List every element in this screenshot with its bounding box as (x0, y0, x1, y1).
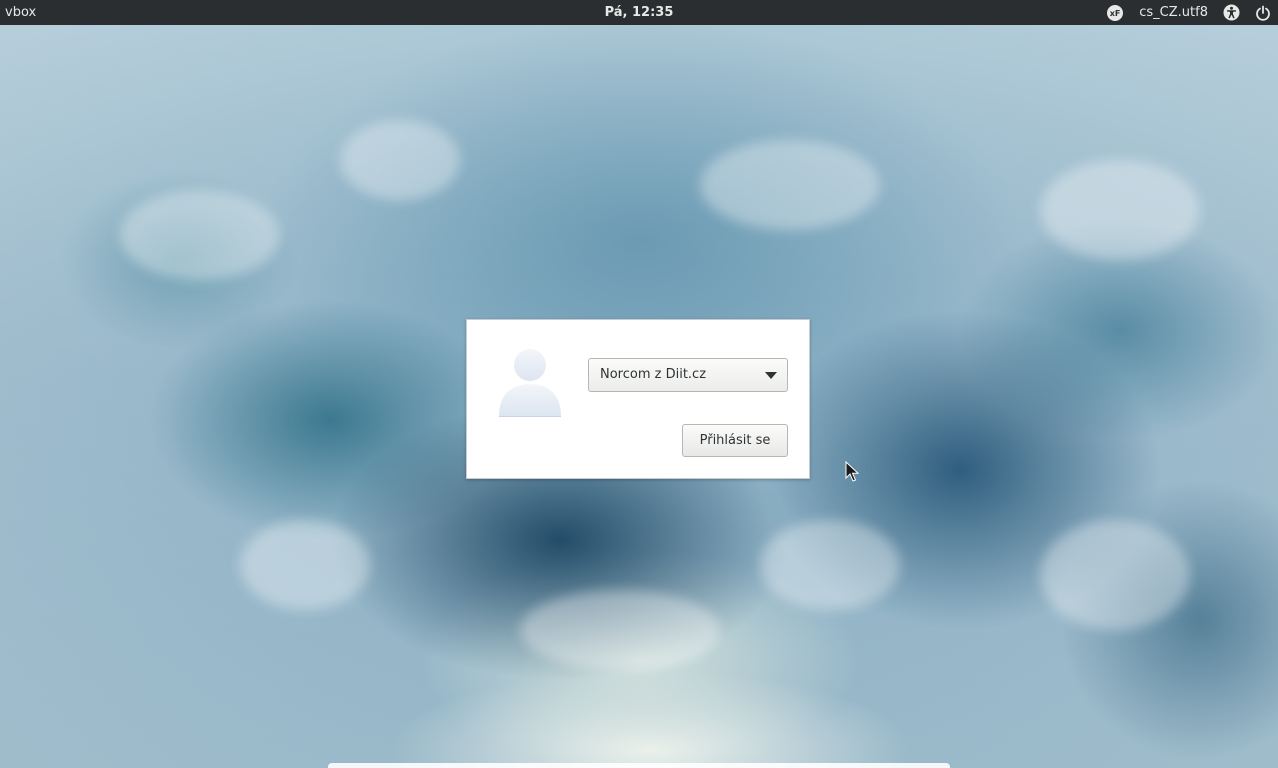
host-label: vbox (5, 5, 37, 20)
keyboard-layout-icon[interactable]: xF (1106, 4, 1124, 22)
login-dialog: Norcom z Diit.cz Přihlásit se (466, 319, 810, 479)
user-avatar-icon (497, 348, 563, 418)
clock[interactable]: Pá, 12:35 (605, 5, 674, 20)
mouse-cursor-icon (845, 461, 859, 482)
top-bar: vbox Pá, 12:35 xF cs_CZ.utf8 (0, 0, 1278, 25)
login-screen: vbox Pá, 12:35 xF cs_CZ.utf8 Norcom z Di… (0, 0, 1278, 768)
power-icon[interactable] (1254, 4, 1272, 22)
accessibility-icon[interactable] (1222, 4, 1240, 22)
locale-indicator[interactable]: cs_CZ.utf8 (1139, 0, 1208, 25)
user-select-dropdown[interactable]: Norcom z Diit.cz (588, 358, 788, 392)
selected-user-label: Norcom z Diit.cz (600, 367, 707, 382)
system-tray: xF cs_CZ.utf8 (1106, 0, 1272, 25)
bottom-panel-edge (328, 763, 950, 768)
svg-text:xF: xF (1110, 9, 1121, 18)
chevron-down-icon (765, 372, 777, 379)
login-button[interactable]: Přihlásit se (682, 424, 788, 457)
clock-container: Pá, 12:35 (0, 0, 1278, 25)
